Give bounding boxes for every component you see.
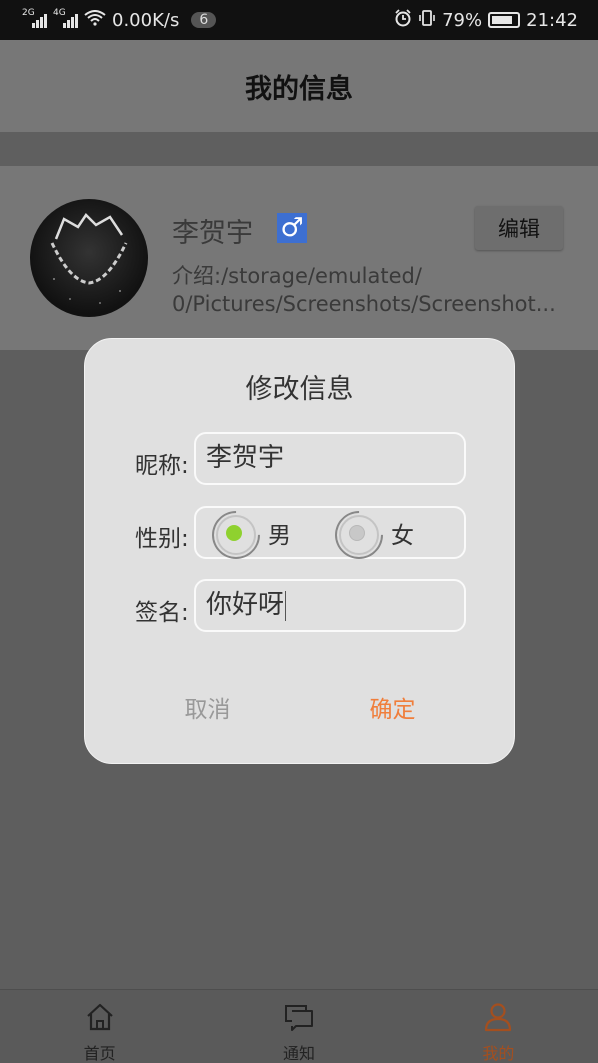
nav-label: 我的 bbox=[482, 1044, 515, 1063]
profile-name: 李贺宇 bbox=[172, 218, 253, 249]
signal-icon: 4G bbox=[53, 8, 78, 28]
edit-button[interactable]: 编辑 bbox=[475, 206, 563, 250]
text-cursor bbox=[285, 590, 287, 621]
male-gender-icon: ♂ bbox=[277, 213, 307, 243]
profile-card: 李贺宇 ♂ 编辑 介绍:/storage/emulated/ 0/Picture… bbox=[0, 166, 598, 350]
edit-info-dialog: 修改信息 昵称: 李贺宇 性别: 男 女 签名: 你好呀 取消 确定 bbox=[84, 338, 515, 764]
dialog-title: 修改信息 bbox=[245, 374, 354, 405]
profile-intro-line: 0/Pictures/Screenshots/Screenshot... bbox=[172, 292, 556, 316]
radio-button-icon bbox=[212, 511, 260, 555]
profile-intro: 介绍:/storage/emulated/ 0/Pictures/Screens… bbox=[172, 262, 567, 318]
nickname-field[interactable]: 李贺宇 bbox=[194, 432, 466, 485]
bottom-nav: 首页 通知 我的 bbox=[0, 989, 598, 1063]
radio-button-icon bbox=[335, 511, 383, 555]
page-title: 我的信息 bbox=[245, 73, 353, 105]
avatar[interactable] bbox=[30, 199, 148, 317]
signature-field[interactable]: 你好呀 bbox=[194, 579, 466, 632]
signature-label: 签名: bbox=[135, 600, 189, 626]
nav-label: 通知 bbox=[282, 1044, 315, 1063]
gender-radio-male[interactable]: 男 bbox=[212, 511, 291, 555]
nav-item-home[interactable]: 首页 bbox=[0, 990, 199, 1063]
wifi-icon bbox=[84, 10, 106, 30]
notification-count-badge: 6 bbox=[191, 12, 217, 28]
nav-item-notification[interactable]: 通知 bbox=[199, 990, 398, 1063]
network-type-label: 2G bbox=[22, 8, 35, 18]
signature-value: 你好呀 bbox=[206, 590, 285, 620]
signal-icon: 2G bbox=[22, 8, 47, 28]
gender-option-label: 女 bbox=[391, 523, 414, 549]
network-type-label: 4G bbox=[53, 8, 66, 18]
gender-label: 性别: bbox=[135, 526, 189, 552]
section-divider bbox=[0, 132, 598, 166]
cancel-button[interactable]: 取消 bbox=[145, 685, 270, 729]
vibrate-icon bbox=[418, 9, 436, 32]
battery-percent: 79% bbox=[442, 9, 483, 31]
alarm-icon bbox=[394, 8, 412, 32]
person-icon bbox=[482, 1002, 514, 1036]
clock: 21:42 bbox=[526, 9, 578, 31]
battery-icon bbox=[488, 12, 521, 28]
nav-item-mine[interactable]: 我的 bbox=[399, 990, 598, 1063]
status-bar: 2G 4G 0.00K/s 6 79% 21:42 bbox=[0, 0, 598, 40]
gender-field: 男 女 bbox=[194, 506, 466, 559]
nickname-input[interactable]: 李贺宇 bbox=[206, 434, 456, 483]
network-speed: 0.00K/s bbox=[112, 9, 180, 31]
nickname-label: 昵称: bbox=[135, 453, 189, 479]
signature-input[interactable]: 你好呀 bbox=[206, 581, 456, 630]
gender-radio-female[interactable]: 女 bbox=[335, 511, 414, 555]
nav-label: 首页 bbox=[83, 1044, 116, 1063]
gender-option-label: 男 bbox=[268, 523, 291, 549]
home-icon bbox=[84, 1002, 116, 1036]
confirm-button[interactable]: 确定 bbox=[330, 685, 455, 729]
header: 我的信息 bbox=[0, 40, 598, 132]
notification-icon bbox=[283, 1002, 315, 1036]
profile-intro-line: 介绍:/storage/emulated/ bbox=[172, 264, 422, 288]
